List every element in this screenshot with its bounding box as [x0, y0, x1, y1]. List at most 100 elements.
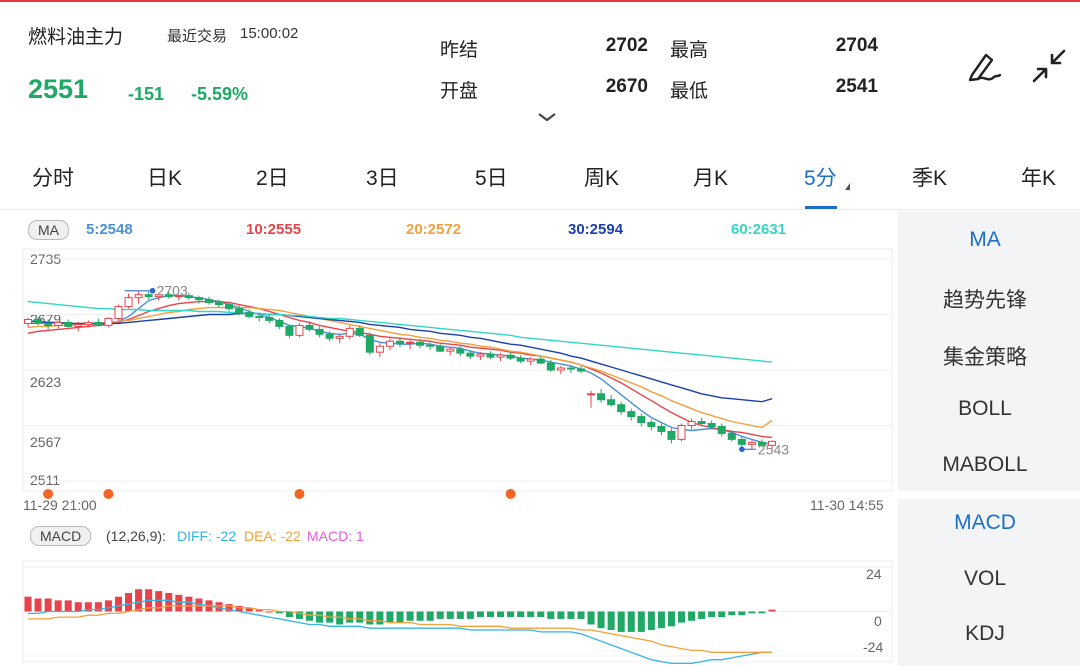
candle-body — [637, 416, 646, 424]
candle-body — [416, 341, 425, 346]
macd-histogram-bar — [416, 611, 424, 621]
candle-body — [717, 425, 726, 434]
macd-histogram-bar — [647, 611, 655, 631]
candle-body — [114, 306, 123, 319]
candle-body — [456, 348, 465, 354]
candle-body — [144, 294, 153, 298]
candle-body — [707, 423, 716, 427]
macd-histogram-bar — [54, 600, 62, 612]
candle-body — [446, 348, 455, 352]
macd-histogram-bar — [607, 611, 615, 631]
macd-histogram-bar — [376, 611, 384, 625]
candle-body — [375, 345, 384, 353]
macd-histogram-bar — [44, 598, 52, 612]
macd-histogram-bar — [577, 611, 585, 619]
event-marker-dot — [103, 489, 114, 499]
candle-body — [315, 328, 324, 335]
macd-histogram-bar — [758, 611, 766, 614]
candle-body — [215, 302, 224, 306]
macd-histogram-bar — [657, 611, 665, 629]
candle-body — [436, 345, 445, 352]
candle-body — [335, 335, 344, 339]
candle-body — [476, 353, 485, 357]
macd-histogram-bar — [537, 611, 545, 618]
ma30-line — [28, 312, 773, 403]
candle-body — [426, 344, 435, 347]
candle-body — [566, 367, 575, 370]
macd-histogram-bar — [396, 611, 404, 623]
macd-histogram-bar — [466, 611, 474, 619]
candle-body — [194, 297, 203, 301]
macd-histogram-bar — [738, 611, 746, 616]
candle-body — [265, 316, 274, 321]
candle-body — [285, 325, 294, 336]
candle-body — [627, 411, 636, 418]
event-marker-dot — [294, 489, 305, 499]
macd-histogram-bar — [768, 609, 776, 612]
ma20-line — [27, 306, 773, 429]
kline-chart[interactable]: 2703 2543 — [0, 0, 1080, 666]
macd-histogram-bar — [436, 611, 444, 619]
candle-body — [516, 357, 525, 362]
candle-body — [295, 324, 304, 336]
macd-histogram-bar — [527, 611, 535, 618]
candle-body — [657, 425, 666, 432]
candle-body — [617, 404, 626, 413]
candle-body — [536, 358, 545, 364]
candle-body — [597, 393, 606, 401]
min-price-dot — [739, 446, 745, 453]
macd-histogram-bar — [748, 611, 756, 614]
macd-histogram-bar — [627, 611, 635, 632]
macd-histogram-bar — [547, 611, 555, 619]
candle-body — [104, 317, 113, 326]
macd-histogram-bar — [165, 592, 173, 612]
macd-histogram-bar — [125, 592, 133, 612]
candle-body — [94, 321, 103, 326]
candle-body — [44, 322, 53, 326]
macd-histogram-bar — [617, 611, 625, 632]
candle-body — [345, 327, 354, 337]
candle-body — [23, 318, 33, 324]
candle-body — [275, 319, 284, 327]
macd-histogram-bar — [567, 611, 575, 619]
candle-body — [134, 294, 143, 299]
candle-body — [486, 353, 495, 358]
candle-body — [697, 421, 706, 425]
macd-histogram-bar — [305, 611, 314, 621]
candle-body — [747, 441, 756, 445]
candle-body — [54, 321, 63, 326]
macd-histogram-bar — [446, 611, 454, 619]
candle-body — [385, 340, 394, 347]
macd-histogram-bar — [708, 611, 716, 618]
macd-histogram-bar — [135, 589, 143, 612]
candle-body — [235, 308, 244, 314]
candle-body — [225, 304, 234, 310]
macd-histogram-bar — [728, 611, 736, 616]
macd-histogram-bar — [346, 611, 354, 623]
macd-histogram-bar — [366, 611, 374, 625]
event-marker-dot — [43, 489, 54, 499]
candle-body — [406, 341, 415, 344]
ma60-line — [27, 300, 773, 363]
macd-histogram-bar — [637, 611, 645, 632]
candle-body — [124, 297, 133, 308]
macd-histogram-bar — [64, 600, 72, 612]
macd-histogram-bar — [507, 611, 515, 618]
candle-body — [365, 334, 374, 353]
event-marker-dot — [505, 489, 516, 499]
macd-histogram-bar — [677, 611, 686, 623]
macd-histogram-bar — [456, 611, 464, 619]
candle-body — [677, 425, 686, 440]
macd-histogram-bar — [34, 598, 42, 612]
candle-body — [34, 318, 43, 324]
candle-body — [667, 430, 676, 440]
macd-histogram-bar — [688, 611, 696, 621]
macd-histogram-bar — [587, 611, 595, 625]
candle-body — [245, 312, 254, 317]
macd-histogram-bar — [356, 611, 364, 623]
macd-histogram-bar — [406, 611, 414, 621]
macd-histogram-bar — [497, 611, 505, 618]
max-price-dot — [149, 287, 156, 294]
candle-body — [355, 327, 364, 336]
macd-histogram-bar — [597, 611, 605, 629]
